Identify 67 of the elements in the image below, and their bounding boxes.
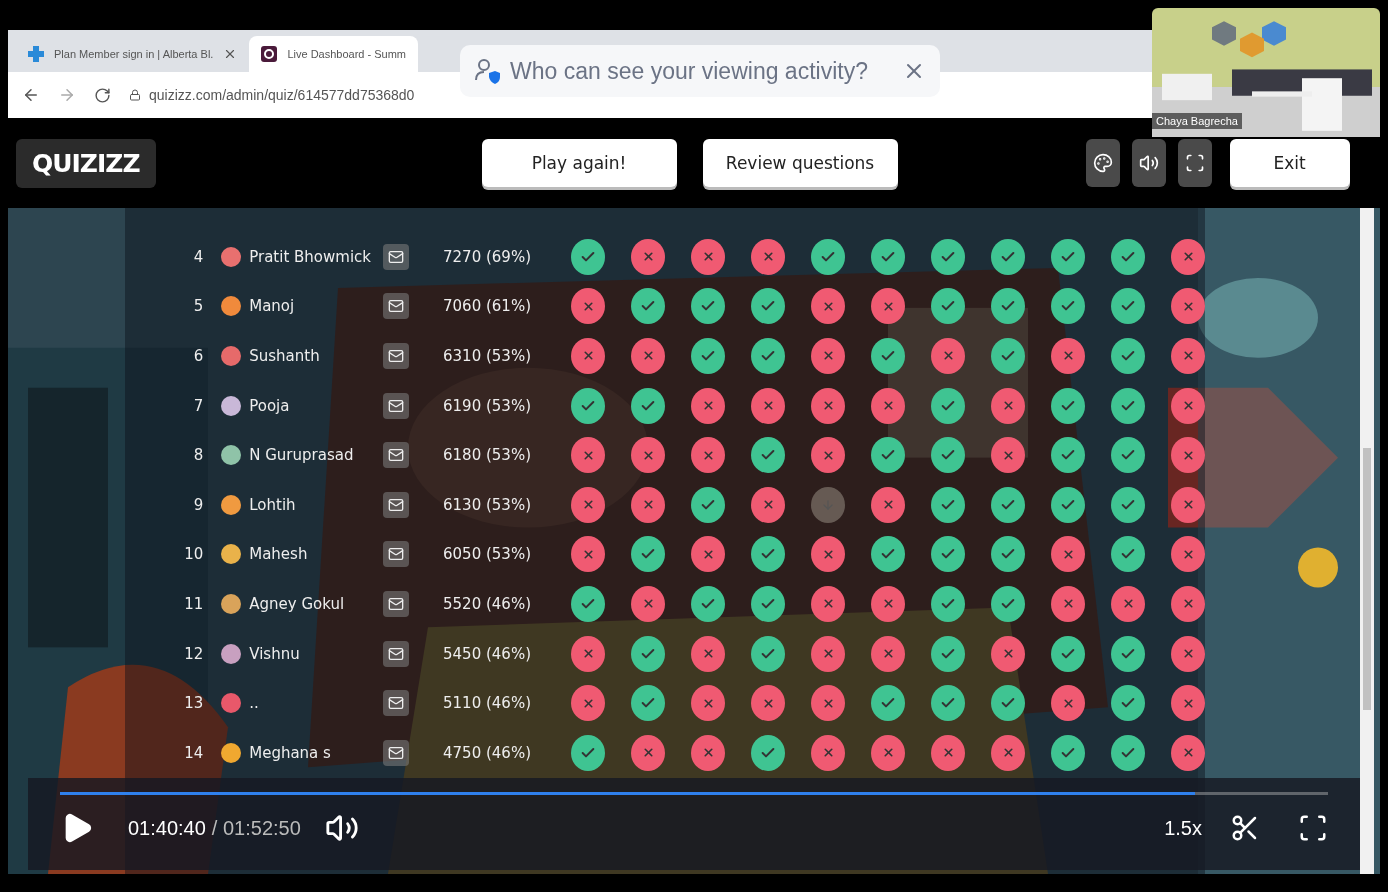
rank-number: 14: [183, 743, 204, 762]
rank-number: 11: [183, 594, 204, 613]
volume-icon[interactable]: [1131, 139, 1166, 187]
mail-icon[interactable]: [382, 392, 409, 419]
rank-number: 10: [183, 545, 204, 564]
player-score: 5450 (46%): [442, 644, 531, 663]
player-name: Mahesh: [249, 545, 309, 564]
mail-icon[interactable]: [382, 343, 409, 369]
mail-icon[interactable]: [382, 491, 409, 518]
rank-number: 6: [192, 347, 204, 365]
player-score: 5520 (46%): [442, 594, 531, 613]
rank-number: 4: [192, 247, 204, 266]
player-score: 6130 (53%): [442, 495, 531, 514]
app-icon: [261, 46, 278, 62]
player-score: 7270 (69%): [442, 247, 531, 266]
rank-number: 7: [192, 396, 204, 415]
player-name: Lohtih: [249, 495, 297, 514]
mail-icon[interactable]: [382, 442, 409, 469]
fullscreen-icon[interactable]: [1298, 813, 1328, 843]
mail-icon[interactable]: [382, 640, 409, 667]
popup-text: Who can see your viewing activity?: [510, 57, 869, 85]
scrollbar[interactable]: [1360, 208, 1374, 874]
reload-icon[interactable]: [94, 86, 111, 104]
back-icon[interactable]: [22, 86, 40, 104]
mail-icon[interactable]: [382, 293, 409, 320]
current-time: 01:40:40: [128, 816, 206, 840]
player-score: 6180 (53%): [442, 446, 531, 465]
player-score: 6190 (53%): [442, 396, 531, 415]
mail-icon[interactable]: [382, 243, 409, 270]
mail-icon[interactable]: [382, 739, 409, 766]
player-name: Vishnu: [249, 644, 301, 663]
rank-number: 5: [192, 297, 204, 316]
mail-icon[interactable]: [382, 690, 409, 717]
player-name: ..: [249, 694, 260, 713]
player-name: Sushanth: [249, 347, 321, 365]
logo: QUIZIZZ: [16, 138, 156, 188]
player-name: Pooja: [249, 396, 291, 415]
rank-number: 9: [192, 495, 204, 514]
player-name: Manoj: [249, 297, 296, 316]
mail-icon[interactable]: [382, 590, 409, 617]
play-again-button[interactable]: Play again!: [481, 139, 677, 187]
user-shield-icon: [474, 58, 500, 84]
cross-icon: [28, 46, 44, 62]
player-name: N Guruprasad: [249, 446, 355, 465]
rank-number: 13: [183, 694, 204, 713]
exit-button[interactable]: Exit: [1229, 139, 1350, 187]
rank-number: 12: [183, 644, 204, 663]
player-name: Pratit Bhowmick: [249, 247, 372, 266]
fullscreen-icon[interactable]: [1177, 139, 1212, 187]
mail-icon[interactable]: [382, 541, 409, 568]
player-score: 4750 (46%): [442, 743, 531, 762]
lock-icon: [129, 89, 141, 101]
player-score: 6050 (53%): [442, 545, 531, 564]
player-score: 6310 (53%): [442, 347, 531, 365]
player-score: 7060 (61%): [442, 297, 531, 316]
participant-name: Chaya Bagrecha: [1152, 113, 1242, 129]
player-name: Agney Gokul: [249, 594, 346, 613]
browser-tab[interactable]: Live Dashboard - Summ: [249, 36, 418, 72]
rank-number: 8: [192, 446, 204, 465]
speed-button[interactable]: 1.5x: [1164, 816, 1202, 840]
duration: / 01:52:50: [211, 816, 301, 840]
palette-icon[interactable]: [1085, 139, 1120, 187]
browser-tab[interactable]: Plan Member sign in | Alberta Bl.: [16, 36, 250, 72]
url-field[interactable]: quizizz.com/admin/quiz/614577dd75368d0: [149, 87, 415, 103]
player-name: Meghana s: [249, 743, 332, 762]
review-questions-button[interactable]: Review questions: [702, 139, 898, 187]
player-score: 5110 (46%): [442, 694, 531, 713]
